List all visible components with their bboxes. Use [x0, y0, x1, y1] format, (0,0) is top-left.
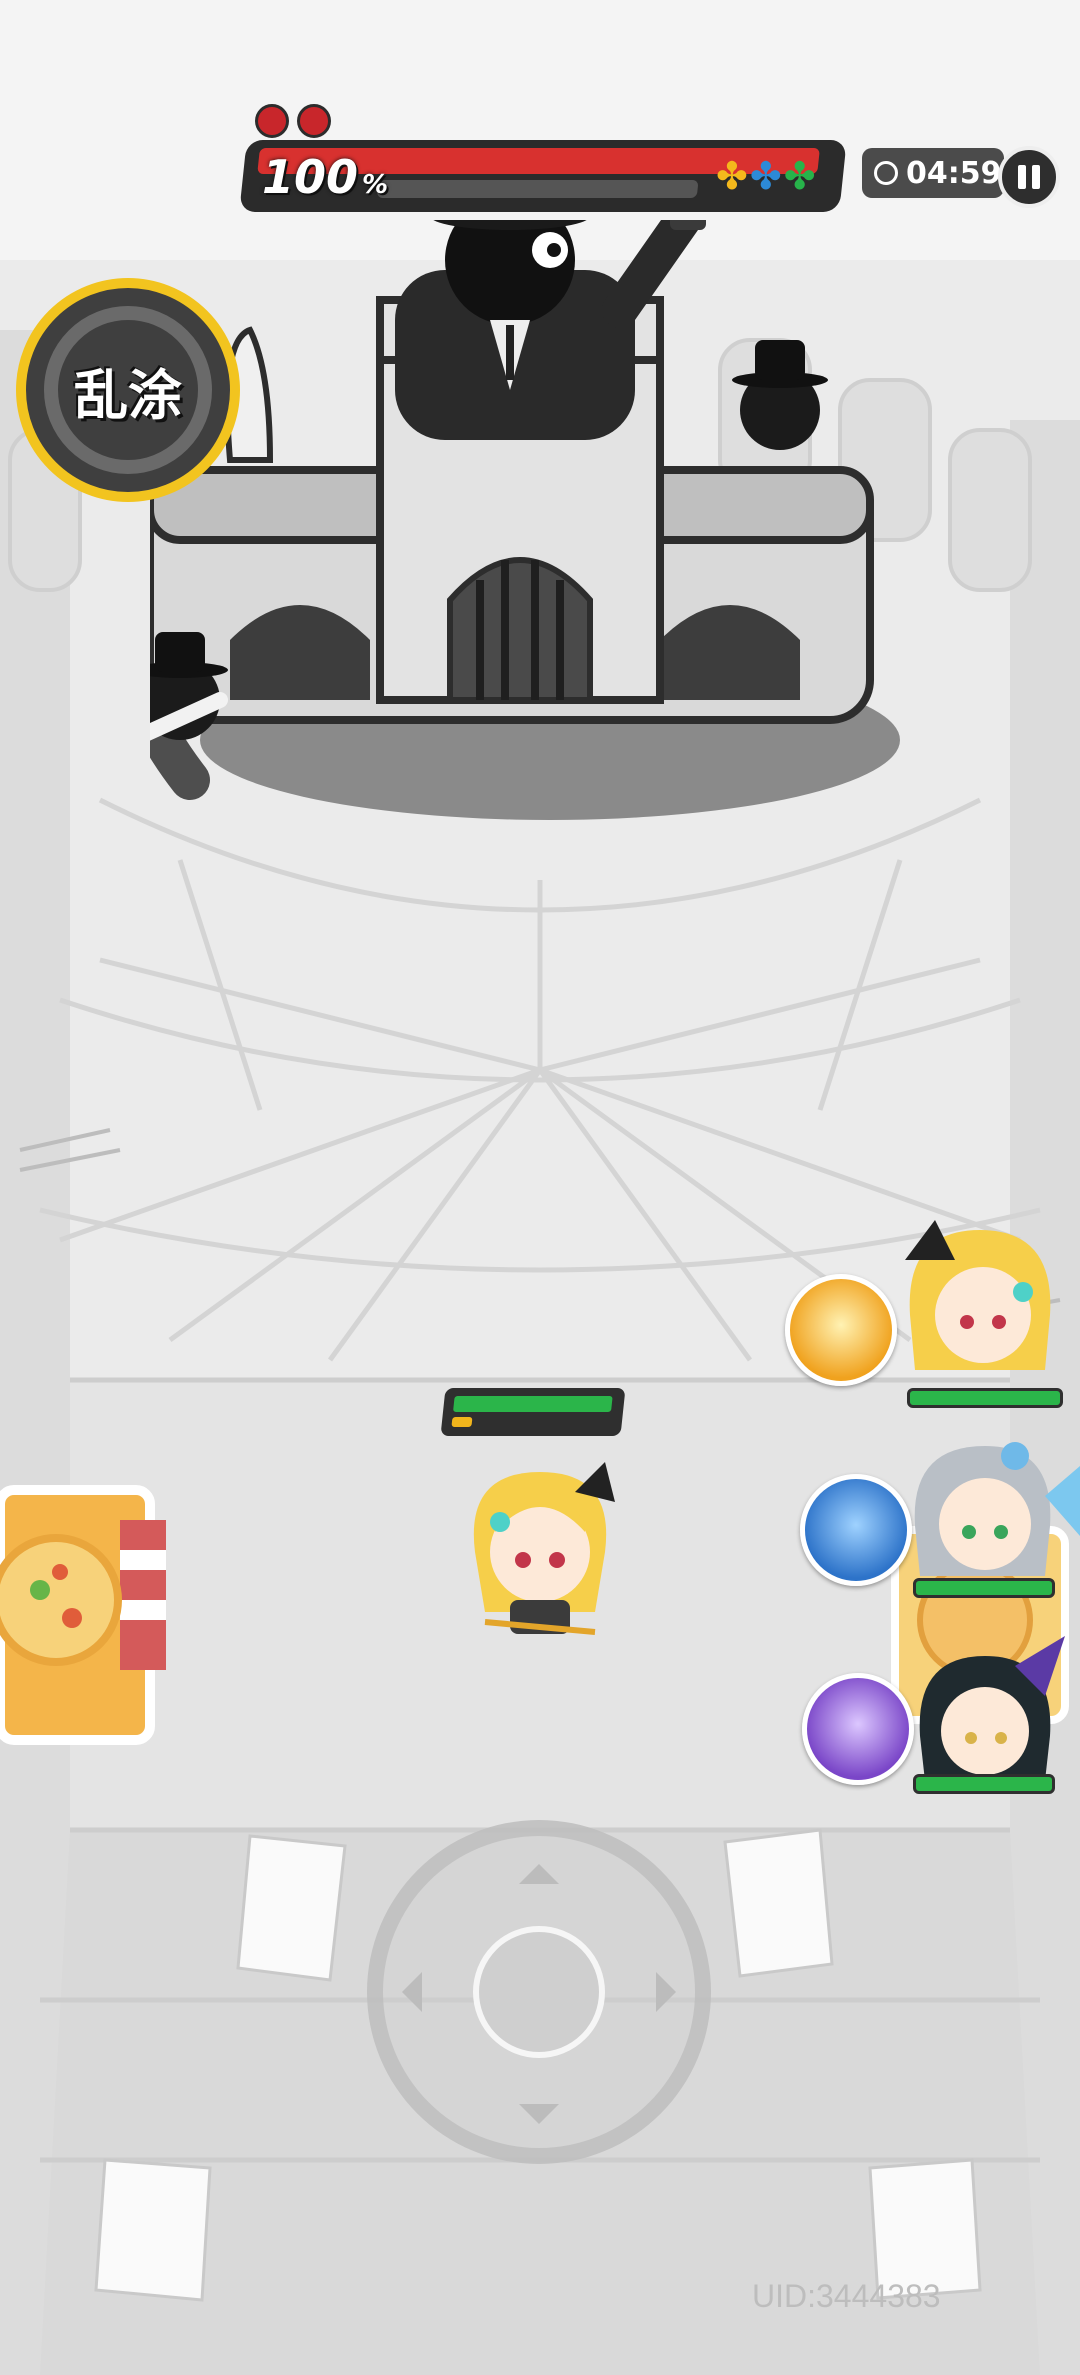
pause-icon: [1032, 165, 1040, 189]
player-energy-fill: [451, 1417, 473, 1427]
player-character[interactable]: [455, 1462, 625, 1642]
boss-shield-bar: [376, 180, 699, 198]
team-member-1[interactable]: [785, 1274, 897, 1386]
team-member-hp-bar: [913, 1774, 1055, 1794]
battle-timer: 04:59: [862, 148, 1004, 198]
boss-castle: [150, 220, 900, 820]
boss-phase-pips: [255, 104, 331, 138]
clock-icon: [874, 161, 898, 185]
team-portrait-1: [905, 1220, 1051, 1370]
boss-hp-percent: 100%: [262, 150, 389, 204]
green-clover-icon: ✤: [783, 154, 816, 198]
gold-flame-skill-icon[interactable]: [785, 1274, 897, 1386]
arrow-up-icon: [519, 1844, 559, 1884]
player-hp-fill: [453, 1396, 613, 1412]
timer-text: 04:59: [906, 155, 1002, 191]
team-portrait-3: [919, 1636, 1065, 1781]
phase-pip: [297, 104, 331, 138]
chaos-badge-label: 乱涂: [74, 363, 182, 427]
purple-swirl-skill-icon[interactable]: [802, 1673, 914, 1785]
team-member-hp-bar: [907, 1388, 1063, 1408]
blue-clover-icon: ✤: [749, 154, 782, 198]
pause-button[interactable]: [998, 146, 1060, 208]
arrow-left-icon: [382, 1972, 422, 2012]
joystick-thumb[interactable]: [473, 1926, 605, 2058]
team-member-hp-bar: [913, 1578, 1055, 1598]
user-id-label: UID:3444383: [752, 2278, 941, 2314]
arrow-right-icon: [656, 1972, 696, 2012]
weakness-icons: ✤ ✤ ✤: [716, 154, 816, 198]
pause-icon: [1018, 165, 1026, 189]
player-hp-bar: [440, 1388, 626, 1436]
team-portrait-2: [914, 1442, 1080, 1576]
yellow-clover-icon: ✤: [716, 154, 748, 198]
arrow-down-icon: [519, 2104, 559, 2144]
phase-pip: [255, 104, 289, 138]
team-member-3[interactable]: [802, 1673, 914, 1785]
chaos-mode-badge: 乱涂: [16, 278, 240, 502]
